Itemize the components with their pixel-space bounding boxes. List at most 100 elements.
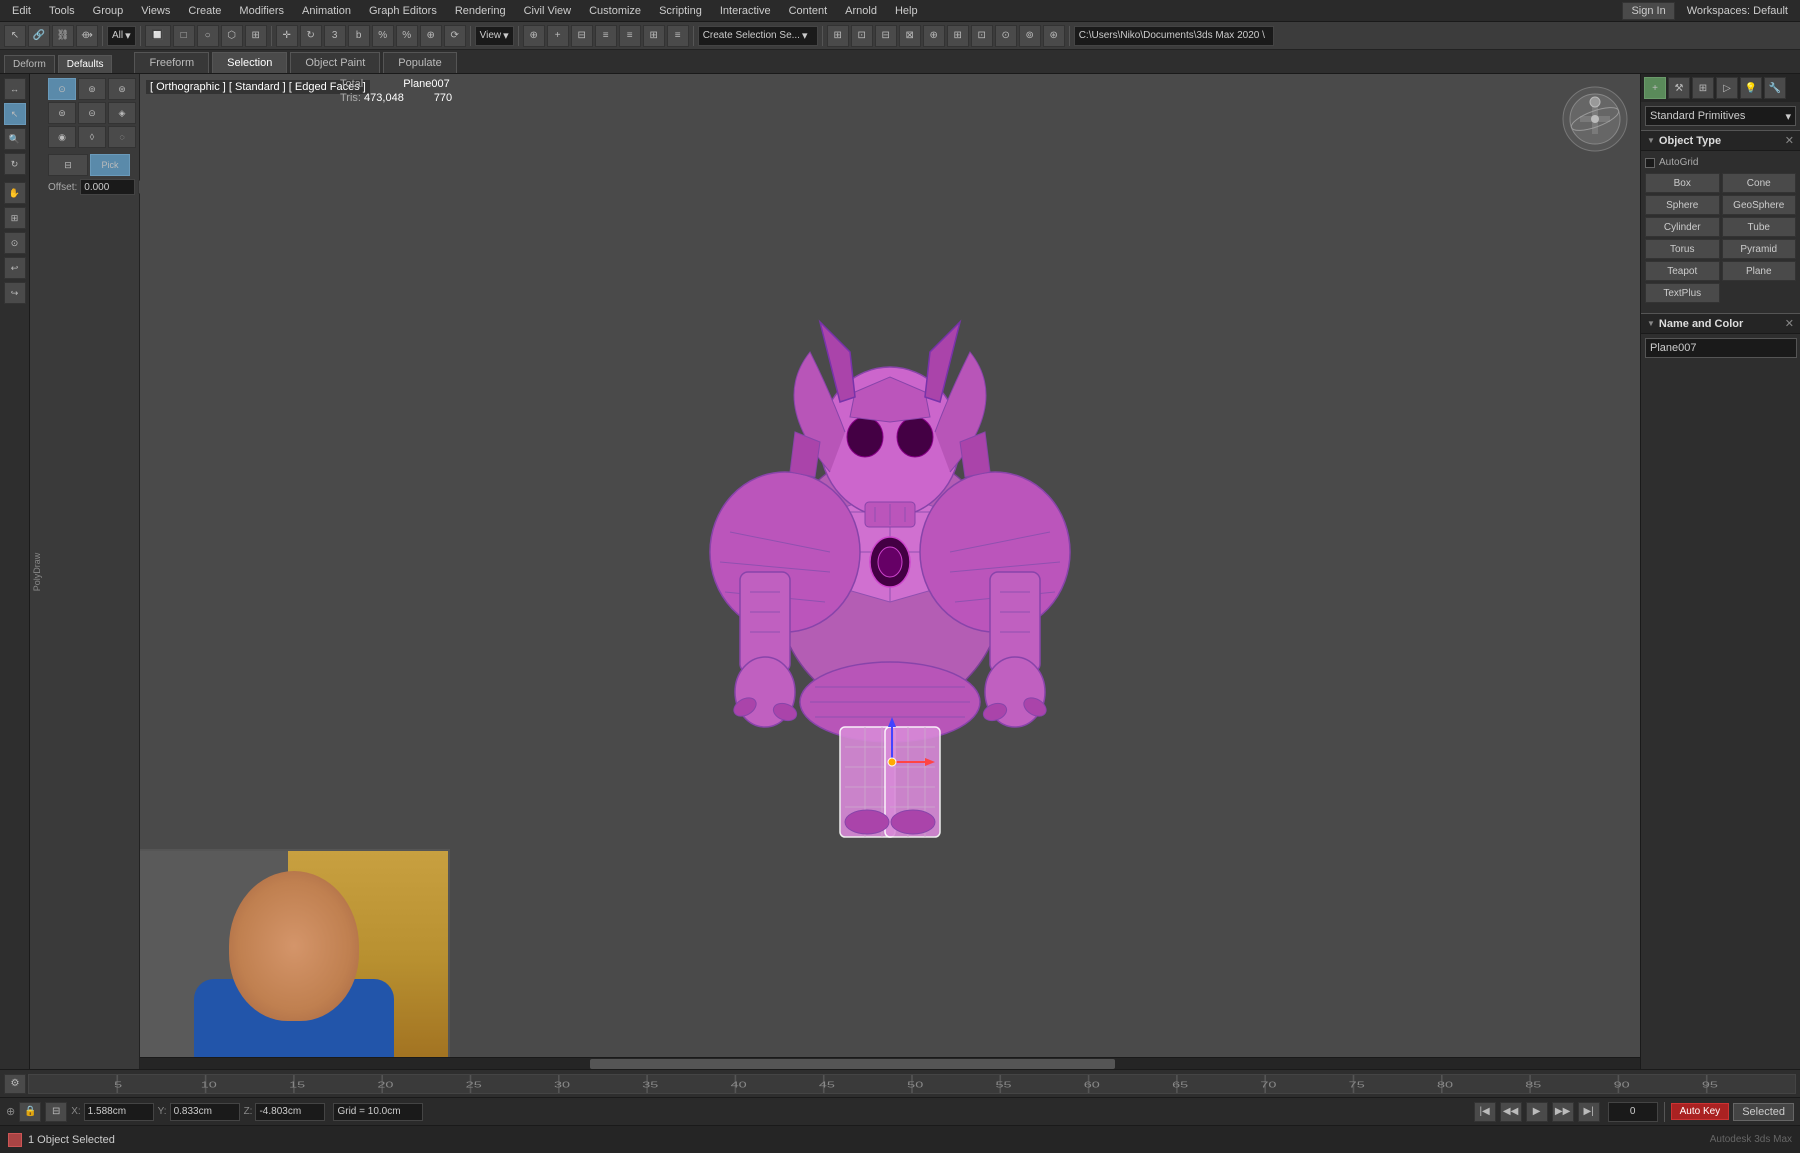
filter-dropdown[interactable]: All ▾ xyxy=(107,26,136,46)
offset-input[interactable] xyxy=(80,179,135,195)
go-to-end[interactable]: ▶| xyxy=(1578,1102,1600,1122)
selected-btn[interactable]: Selected xyxy=(1733,1103,1794,1121)
h-scrollbar-thumb[interactable] xyxy=(590,1059,1115,1069)
rotate-snap[interactable]: ⟳ xyxy=(444,25,466,47)
object-type-section-header[interactable]: ▼ Object Type ✕ xyxy=(1641,130,1800,151)
select-object[interactable]: 🔲 xyxy=(145,25,171,47)
move-tool[interactable]: ✛ xyxy=(276,25,298,47)
auto-key-btn[interactable]: Auto Key xyxy=(1671,1103,1730,1120)
menu-civil-view[interactable]: Civil View xyxy=(516,3,579,19)
timeline-track[interactable]: 5 10 15 20 25 30 35 40 45 50 55 60 65 xyxy=(28,1074,1796,1094)
obj-type-box[interactable]: Box xyxy=(1645,173,1720,193)
tool-btn-7[interactable]: ◉ xyxy=(48,126,76,148)
tool-btn-3[interactable]: ⊛ xyxy=(108,78,136,100)
tool-btn-9[interactable]: ◌ xyxy=(108,126,136,148)
unlink-tool[interactable]: ⛓ xyxy=(52,25,74,47)
tool-btn-1[interactable]: ⊙ xyxy=(48,78,76,100)
redo-btn[interactable]: ↪ xyxy=(4,282,26,304)
view-dropdown[interactable]: View ▾ xyxy=(475,26,514,46)
timeline-settings[interactable]: ⚙ xyxy=(4,1074,26,1094)
tab-selection[interactable]: Selection xyxy=(212,52,287,73)
autogrid-checkbox[interactable] xyxy=(1645,158,1655,168)
tool-btn-6[interactable]: ◈ xyxy=(108,102,136,124)
render-type[interactable]: ⊡ xyxy=(971,25,993,47)
viewport[interactable]: [ Orthographic ] [ Standard ] [ Edged Fa… xyxy=(140,74,1640,1069)
window-crossing[interactable]: ⊞ xyxy=(245,25,267,47)
bind-space-warp[interactable]: ⟴ xyxy=(76,25,98,47)
select-tool[interactable]: ↖ xyxy=(4,25,26,47)
obj-type-geosphere[interactable]: GeoSphere xyxy=(1722,195,1797,215)
menu-rendering[interactable]: Rendering xyxy=(447,3,514,19)
render-setup[interactable]: ⊠ xyxy=(899,25,921,47)
select-center[interactable]: + xyxy=(547,25,569,47)
menu-views[interactable]: Views xyxy=(133,3,178,19)
obj-type-torus[interactable]: Torus xyxy=(1645,239,1720,259)
render-anim[interactable]: ⊚ xyxy=(1019,25,1041,47)
frame-counter[interactable]: 0 xyxy=(1608,1102,1658,1122)
grid[interactable]: ⊞ xyxy=(643,25,665,47)
menu-tools[interactable]: Tools xyxy=(41,3,83,19)
pan-btn[interactable]: ✋ xyxy=(4,182,26,204)
menu-interactive[interactable]: Interactive xyxy=(712,3,779,19)
zoom-extents[interactable]: ⊞ xyxy=(4,207,26,229)
rotate-tool[interactable]: ↻ xyxy=(300,25,322,47)
right-panel-dropdown[interactable]: Standard Primitives ▾ xyxy=(1645,106,1796,126)
tool-btn-10[interactable]: ⊟ xyxy=(48,154,88,176)
orbit-btn[interactable]: ↻ xyxy=(4,153,26,175)
obj-type-tube[interactable]: Tube xyxy=(1722,217,1797,237)
obj-type-cylinder[interactable]: Cylinder xyxy=(1645,217,1720,237)
link-tool[interactable]: 🔗 xyxy=(28,25,50,47)
select-btn[interactable]: ↖ xyxy=(4,103,26,125)
mirror[interactable]: ≡ xyxy=(595,25,617,47)
rp-tab-create[interactable]: + xyxy=(1644,77,1666,99)
isolate[interactable]: ⊙ xyxy=(4,232,26,254)
go-to-start[interactable]: |◀ xyxy=(1474,1102,1496,1122)
snap-toggle[interactable]: % xyxy=(396,25,418,47)
name-color-section-header[interactable]: ▼ Name and Color ✕ xyxy=(1641,313,1800,334)
obj-type-pyramid[interactable]: Pyramid xyxy=(1722,239,1797,259)
percent[interactable]: % xyxy=(372,25,394,47)
menu-animation[interactable]: Animation xyxy=(294,3,359,19)
tab-populate[interactable]: Populate xyxy=(383,52,456,73)
scale-uniform[interactable]: 3 xyxy=(324,25,346,47)
select-region-rect[interactable]: □ xyxy=(173,25,195,47)
material-editor[interactable]: ⊟ xyxy=(875,25,897,47)
quick-render[interactable]: ⊕ xyxy=(923,25,945,47)
z-value[interactable]: -4.803cm xyxy=(255,1103,325,1121)
graph-editors-btn[interactable]: ⊞ xyxy=(827,25,849,47)
tab-defaults[interactable]: Defaults xyxy=(58,55,113,73)
x-value[interactable]: 1.588cm xyxy=(84,1103,154,1121)
schematic-view[interactable]: ⊡ xyxy=(851,25,873,47)
obj-type-sphere[interactable]: Sphere xyxy=(1645,195,1720,215)
tab-deform[interactable]: Deform xyxy=(4,55,55,73)
menu-modifiers[interactable]: Modifiers xyxy=(231,3,292,19)
manage-layers[interactable]: ≡ xyxy=(667,25,689,47)
obj-type-teapot[interactable]: Teapot xyxy=(1645,261,1720,281)
render-settings[interactable]: ⊛ xyxy=(1043,25,1065,47)
menu-help[interactable]: Help xyxy=(887,3,926,19)
render-frame[interactable]: ⊞ xyxy=(947,25,969,47)
tool-btn-5[interactable]: ⊝ xyxy=(78,102,106,124)
tool-btn-2[interactable]: ⊚ xyxy=(78,78,106,100)
select-region-fence[interactable]: ⬡ xyxy=(221,25,243,47)
snap-type[interactable]: ⊕ xyxy=(420,25,442,47)
obj-type-textplus[interactable]: TextPlus xyxy=(1645,283,1720,303)
rp-tab-display[interactable]: 💡 xyxy=(1740,77,1762,99)
move-btn[interactable]: ↔ xyxy=(4,78,26,100)
menu-content[interactable]: Content xyxy=(781,3,836,19)
next-frame[interactable]: ▶▶ xyxy=(1552,1102,1574,1122)
render-btn[interactable]: ⊙ xyxy=(995,25,1017,47)
y-value[interactable]: 0.833cm xyxy=(170,1103,240,1121)
undo-btn[interactable]: ↩ xyxy=(4,257,26,279)
obj-type-plane[interactable]: Plane xyxy=(1722,261,1797,281)
object-type-close[interactable]: ✕ xyxy=(1785,134,1794,147)
abs-rel-toggle[interactable]: ⊟ xyxy=(45,1102,67,1122)
tab-object-paint[interactable]: Object Paint xyxy=(290,52,380,73)
use-pivot[interactable]: ⊕ xyxy=(523,25,545,47)
rp-tab-hierarchy[interactable]: ⊞ xyxy=(1692,77,1714,99)
select-region-circ[interactable]: ○ xyxy=(197,25,219,47)
play-btn[interactable]: ▶ xyxy=(1526,1102,1548,1122)
menu-scripting[interactable]: Scripting xyxy=(651,3,710,19)
rp-tab-utilities[interactable]: 🔧 xyxy=(1764,77,1786,99)
tool-btn-8[interactable]: ◊ xyxy=(78,126,106,148)
